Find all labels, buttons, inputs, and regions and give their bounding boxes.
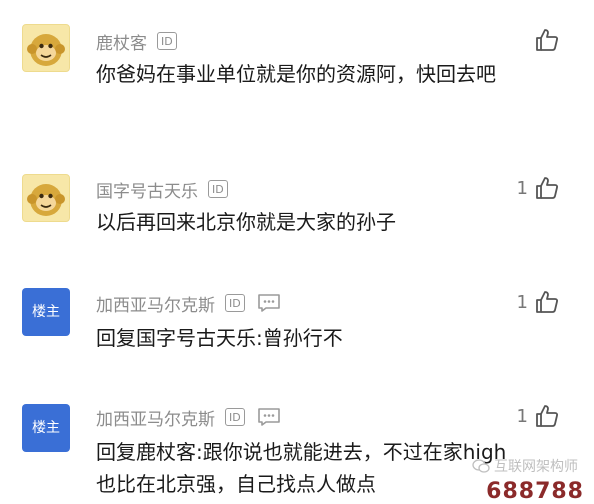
username[interactable]: 国字号古天乐: [96, 177, 198, 202]
like-count: 1: [516, 405, 528, 427]
monkey-avatar-icon: [27, 34, 65, 66]
like-button[interactable]: 1: [517, 289, 560, 315]
id-badge: ID: [208, 180, 228, 198]
username[interactable]: 加西亚马尔克斯: [96, 405, 215, 430]
watermark-number: 688788: [486, 479, 584, 504]
monkey-avatar-icon: [27, 184, 65, 216]
message-dots-icon[interactable]: [257, 293, 281, 313]
op-avatar[interactable]: 楼主: [22, 404, 70, 452]
op-avatar[interactable]: 楼主: [22, 288, 70, 336]
username[interactable]: 鹿杖客: [96, 29, 147, 54]
thumbs-up-icon: [536, 291, 558, 313]
like-button[interactable]: 1: [517, 403, 560, 429]
id-badge: ID: [225, 294, 245, 312]
thumbs-up-icon: [536, 177, 558, 199]
like-button[interactable]: 1: [517, 175, 560, 201]
thumbs-up-icon: [536, 405, 558, 427]
id-badge: ID: [225, 408, 245, 426]
user-avatar[interactable]: [22, 24, 70, 72]
like-button[interactable]: [528, 27, 560, 53]
like-count: 1: [516, 177, 528, 199]
comment-text: 回复国字号古天乐:曾孙行不: [96, 326, 343, 350]
watermark: 互联网架构师: [472, 456, 578, 476]
message-dots-icon[interactable]: [257, 407, 281, 427]
thumbs-up-icon: [536, 29, 558, 51]
like-count: 1: [516, 291, 528, 313]
comment-text: 回复鹿杖客:跟你说也就能进去，不过在家high也比在北京强，自己找点人做点: [96, 440, 507, 496]
watermark-text: 互联网架构师: [494, 459, 578, 475]
user-avatar[interactable]: [22, 174, 70, 222]
comment-text: 你爸妈在事业单位就是你的资源阿，快回去吧: [96, 62, 496, 86]
wechat-icon: [472, 459, 490, 473]
comment-text: 以后再回来北京你就是大家的孙子: [96, 210, 396, 234]
id-badge: ID: [157, 32, 177, 50]
username[interactable]: 加西亚马尔克斯: [96, 291, 215, 316]
